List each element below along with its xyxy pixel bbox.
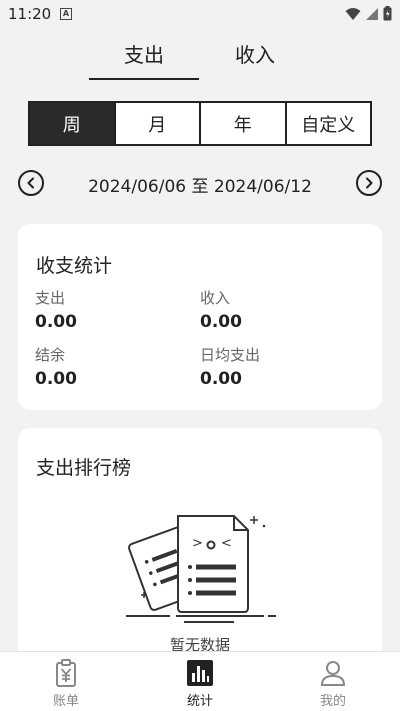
tab-income[interactable]: 收入	[200, 38, 310, 82]
nav-bill[interactable]: 账单	[21, 658, 111, 709]
stat-balance-label: 结余	[35, 346, 66, 364]
stat-income: 收入 0.00	[200, 287, 350, 332]
chevron-right-icon	[366, 177, 373, 189]
tab-expense[interactable]: 支出	[89, 38, 199, 82]
signal-icon	[366, 7, 378, 20]
stats-screen: 11:20 A 支出 收入 周 月 年 自定义 2024/06/06 至 202…	[0, 0, 400, 711]
stat-income-label: 收入	[200, 289, 231, 307]
summary-title: 收支统计	[36, 255, 113, 277]
period-month-button[interactable]: 月	[116, 103, 201, 144]
stat-balance-value: 0.00	[35, 369, 77, 389]
svg-text:>: >	[192, 536, 203, 551]
status-bar: 11:20 A	[0, 0, 400, 28]
stat-expense: 支出 0.00	[35, 287, 185, 332]
period-selector: 周 月 年 自定义	[28, 101, 372, 146]
nav-stats[interactable]: 统计	[155, 658, 245, 709]
battery-icon	[383, 6, 392, 21]
nav-bill-label: 账单	[52, 694, 79, 709]
type-tabs: 支出 收入	[0, 38, 400, 82]
next-period-button[interactable]	[356, 170, 382, 196]
ranking-title: 支出排行榜	[36, 457, 132, 479]
period-year-button[interactable]: 年	[201, 103, 287, 144]
status-time: 11:20	[8, 5, 52, 23]
bottom-nav: 账单 统计 我的	[0, 651, 400, 711]
ranking-card: 支出排行榜 > < 暂无数据	[18, 428, 382, 668]
nav-mine-label: 我的	[319, 694, 346, 709]
wifi-icon	[345, 7, 361, 20]
user-icon	[320, 661, 346, 686]
stat-expense-label: 支出	[35, 289, 66, 307]
summary-card: 收支统计 支出 0.00 收入 0.00 结余 0.00 日均支出 0.00	[18, 224, 382, 410]
chart-icon	[187, 660, 213, 686]
nav-mine[interactable]: 我的	[288, 658, 378, 709]
period-week-button[interactable]: 周	[30, 103, 116, 144]
stat-daily-label: 日均支出	[200, 346, 261, 364]
status-icons	[345, 6, 392, 21]
stat-expense-value: 0.00	[35, 312, 77, 332]
date-range-text: 2024/06/06 至 2024/06/12	[88, 177, 312, 197]
stat-balance: 结余 0.00	[35, 344, 185, 389]
period-custom-button[interactable]: 自定义	[287, 103, 371, 144]
stat-daily-expense: 日均支出 0.00	[200, 344, 350, 389]
svg-text:<: <	[221, 536, 232, 551]
stat-income-value: 0.00	[200, 312, 242, 332]
stat-daily-value: 0.00	[200, 369, 242, 389]
bill-icon	[56, 659, 76, 687]
date-range-row: 2024/06/06 至 2024/06/12	[0, 168, 400, 198]
notification-a-icon: A	[60, 8, 72, 20]
nav-stats-label: 统计	[186, 694, 213, 709]
empty-documents-illustration: > <	[126, 515, 276, 623]
